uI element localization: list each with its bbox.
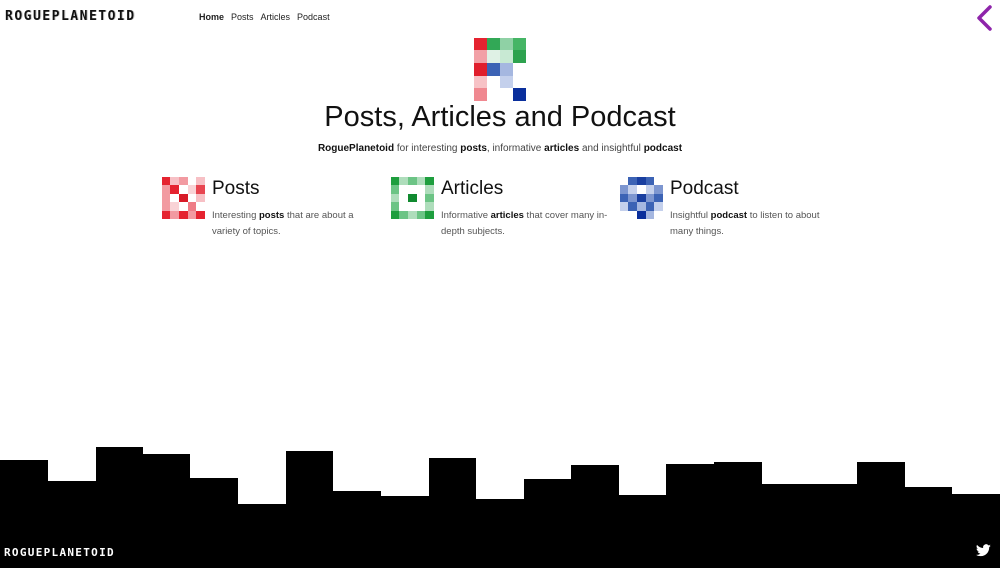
brand-name: RoguePlanetoid <box>317 143 395 154</box>
footer-logo[interactable]: ROGUEPLANETOID <box>4 546 115 559</box>
twitter-icon[interactable] <box>976 544 991 557</box>
feature-title: Podcast <box>670 178 739 199</box>
feature-keyword: posts <box>259 210 285 221</box>
nav-podcast[interactable]: Podcast <box>297 12 330 22</box>
main-nav: Home Posts Articles Podcast <box>199 12 330 22</box>
chevron-left-icon[interactable] <box>972 4 996 32</box>
header: ROGUEPLANETOID Home Posts Articles Podca… <box>0 0 1000 36</box>
page-subtitle: RoguePlanetoid for interesting posts, in… <box>0 143 1000 154</box>
subtitle-keyword: podcast <box>643 143 683 154</box>
feature-text: Interesting <box>212 210 259 221</box>
feature-description: Insightful podcast to listen to about ma… <box>670 208 840 239</box>
podcast-icon <box>620 177 663 219</box>
feature-keyword: podcast <box>710 210 748 221</box>
site-logo[interactable]: ROGUEPLANETOID <box>5 9 136 24</box>
subtitle-text: , informative <box>486 143 545 154</box>
feature-text: Insightful <box>670 210 711 221</box>
rogueplanetoid-logo-icon <box>474 38 526 101</box>
subtitle-keyword: posts <box>460 143 487 154</box>
feature-description: Interesting posts that are about a varie… <box>212 208 382 239</box>
posts-icon <box>162 177 205 219</box>
feature-description: Informative articles that cover many in-… <box>441 208 611 239</box>
feature-podcast[interactable]: Podcast Insightful podcast to listen to … <box>620 177 835 247</box>
articles-icon <box>391 177 434 219</box>
feature-title: Posts <box>212 178 260 199</box>
page-title: Posts, Articles and Podcast <box>324 101 676 133</box>
subtitle-text: and insightful <box>579 143 644 154</box>
feature-keyword: articles <box>490 210 524 221</box>
feature-text: Informative <box>441 210 491 221</box>
city-skyline-footer <box>0 447 1000 568</box>
subtitle-keyword: articles <box>544 143 580 154</box>
feature-title: Articles <box>441 178 504 199</box>
subtitle-text: for interesting <box>394 143 461 154</box>
nav-posts[interactable]: Posts <box>231 12 254 22</box>
nav-articles[interactable]: Articles <box>261 12 291 22</box>
feature-posts[interactable]: Posts Interesting posts that are about a… <box>162 177 377 247</box>
nav-home[interactable]: Home <box>199 12 224 22</box>
feature-articles[interactable]: Articles Informative articles that cover… <box>391 177 607 247</box>
